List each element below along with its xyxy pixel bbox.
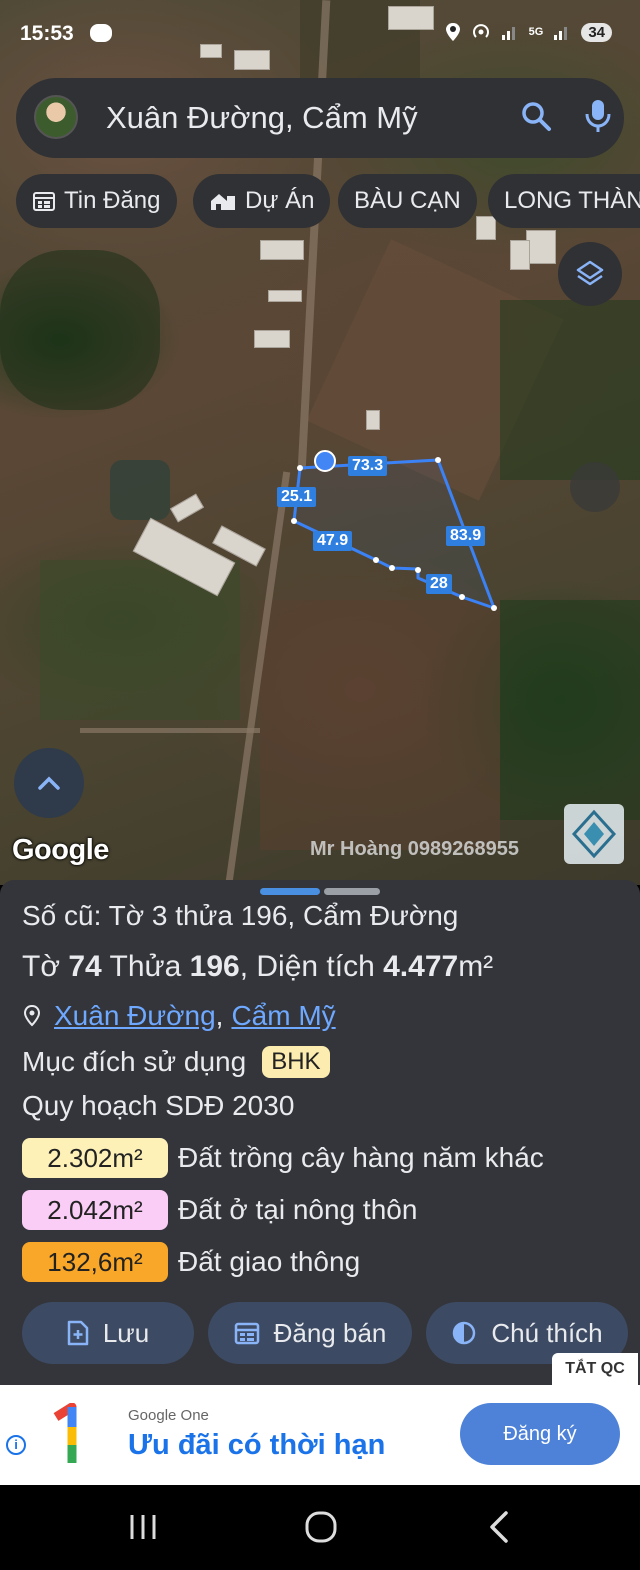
sheet-label: Tờ xyxy=(22,950,60,983)
save-label: Lưu xyxy=(102,1317,150,1348)
plot-label: Thửa xyxy=(109,950,182,983)
planning-area: 2.302m² xyxy=(22,1138,168,1178)
post-sale-button[interactable]: Đăng bán xyxy=(208,1302,412,1364)
watermark-text: Mr Hoàng 0989268955 xyxy=(310,838,520,860)
system-nav-bar xyxy=(0,1485,640,1570)
planning-type: Đất trồng cây hàng năm khác xyxy=(178,1142,544,1173)
add-document-icon xyxy=(67,1320,89,1346)
ad-brand: Google One xyxy=(128,1407,209,1424)
chip-long-thanh[interactable]: LONG THÀN xyxy=(488,174,640,228)
status-time: 15:53 xyxy=(20,22,74,45)
watermark-logo xyxy=(564,804,624,864)
old-parcel-info: Số cũ: Tờ 3 thửa 196, Cẩm Đường xyxy=(22,900,459,931)
recent-apps-icon[interactable] xyxy=(128,1507,158,1547)
location-icon xyxy=(445,23,460,41)
measure-label: 25.1 xyxy=(277,487,317,507)
chip-bau-can[interactable]: BÀU CẠN xyxy=(338,174,477,228)
ad-title[interactable]: Ưu đãi có thời hạn xyxy=(128,1429,385,1462)
area-label: , Diện tích xyxy=(239,950,375,983)
land-use-purpose: Mục đích sử dụng BHK xyxy=(22,1046,330,1078)
commune-link[interactable]: Xuân Đường xyxy=(54,1000,216,1032)
calendar-icon xyxy=(33,192,55,211)
avatar[interactable] xyxy=(34,95,78,139)
purpose-label: Mục đích sử dụng xyxy=(22,1046,247,1077)
house-icon xyxy=(211,194,235,210)
planning-type: Đất giao thông xyxy=(178,1246,361,1277)
planning-row: 2.302m² Đất trồng cây hàng năm khác xyxy=(22,1138,544,1178)
chip-label: BÀU CẠN xyxy=(354,187,461,214)
chip-label: LONG THÀN xyxy=(504,187,640,214)
ad-banner[interactable]: i Google One Ưu đãi có thời hạn Đăng ký xyxy=(0,1385,640,1485)
planning-area: 2.042m² xyxy=(22,1190,168,1230)
layers-button[interactable] xyxy=(558,242,622,306)
search-query[interactable]: Xuân Đường, Cẩm Mỹ xyxy=(106,100,418,136)
post-sale-label: Đăng bán xyxy=(273,1317,387,1348)
search-icon[interactable] xyxy=(520,100,552,132)
planning-title: Quy hoạch SDĐ 2030 xyxy=(22,1090,295,1121)
contrast-icon xyxy=(453,1321,476,1345)
sheet-handle[interactable] xyxy=(324,888,380,895)
district-link[interactable]: Cẩm Mỹ xyxy=(231,1000,335,1032)
close-ad-button[interactable]: TẮT QC xyxy=(552,1353,638,1385)
map-overlay-button[interactable] xyxy=(570,462,620,512)
signal-icon xyxy=(554,27,568,40)
layers-icon xyxy=(576,260,604,286)
network-type: 5G xyxy=(528,26,544,38)
chip-tin-dang[interactable]: Tin Đăng xyxy=(16,174,177,228)
measure-label: 73.3 xyxy=(348,456,388,476)
signal-icon xyxy=(501,27,515,40)
google-logo: Google xyxy=(12,834,109,866)
planning-row: 132,6m² Đất giao thông xyxy=(22,1242,360,1282)
search-bar[interactable]: Xuân Đường, Cẩm Mỹ xyxy=(16,78,624,158)
sheet-number: 74 xyxy=(68,950,102,983)
measure-label: 47.9 xyxy=(313,531,353,551)
purpose-code-badge: BHK xyxy=(262,1046,330,1078)
message-icon xyxy=(90,24,112,42)
mic-icon[interactable] xyxy=(582,98,614,134)
sheet-handle[interactable] xyxy=(260,888,320,895)
location-separator: , xyxy=(215,1000,224,1031)
chevron-up-icon xyxy=(38,776,60,790)
save-button[interactable]: Lưu xyxy=(22,1302,194,1364)
measure-label: 83.9 xyxy=(446,526,486,546)
area-unit: m² xyxy=(458,950,494,983)
hotspot-icon xyxy=(472,24,489,38)
battery-level: 34 xyxy=(581,22,612,42)
info-icon[interactable]: i xyxy=(6,1435,26,1455)
home-icon[interactable] xyxy=(303,1507,339,1547)
chip-label: Dự Án xyxy=(245,187,315,214)
parcel-info-sheet[interactable]: Số cũ: Tờ 3 thửa 196, Cẩm Đường Tờ 74 Th… xyxy=(0,880,640,1385)
chip-label: Tin Đăng xyxy=(64,187,161,214)
planning-type: Đất ở tại nông thôn xyxy=(178,1194,418,1225)
back-icon[interactable] xyxy=(486,1507,512,1547)
chip-du-an[interactable]: Dự Án xyxy=(193,174,331,228)
ad-signup-button[interactable]: Đăng ký xyxy=(460,1403,620,1465)
location-pin-icon xyxy=(23,1004,41,1027)
parcel-summary: Tờ 74 Thửa 196, Diện tích 4.477m² xyxy=(22,950,493,984)
location-row: Xuân Đường, Cẩm Mỹ xyxy=(22,1000,336,1032)
area-value: 4.477 xyxy=(383,950,459,983)
planning-row: 2.042m² Đất ở tại nông thôn xyxy=(22,1190,417,1230)
plot-number: 196 xyxy=(189,950,240,983)
measure-label: 28 xyxy=(426,574,452,594)
google-one-logo xyxy=(53,1403,77,1463)
legend-label: Chú thích xyxy=(491,1317,603,1348)
planning-area: 132,6m² xyxy=(22,1242,168,1282)
calendar-icon xyxy=(234,1322,259,1345)
expand-up-button[interactable] xyxy=(14,748,84,818)
status-bar: 15:53 5G 34 xyxy=(0,0,640,70)
